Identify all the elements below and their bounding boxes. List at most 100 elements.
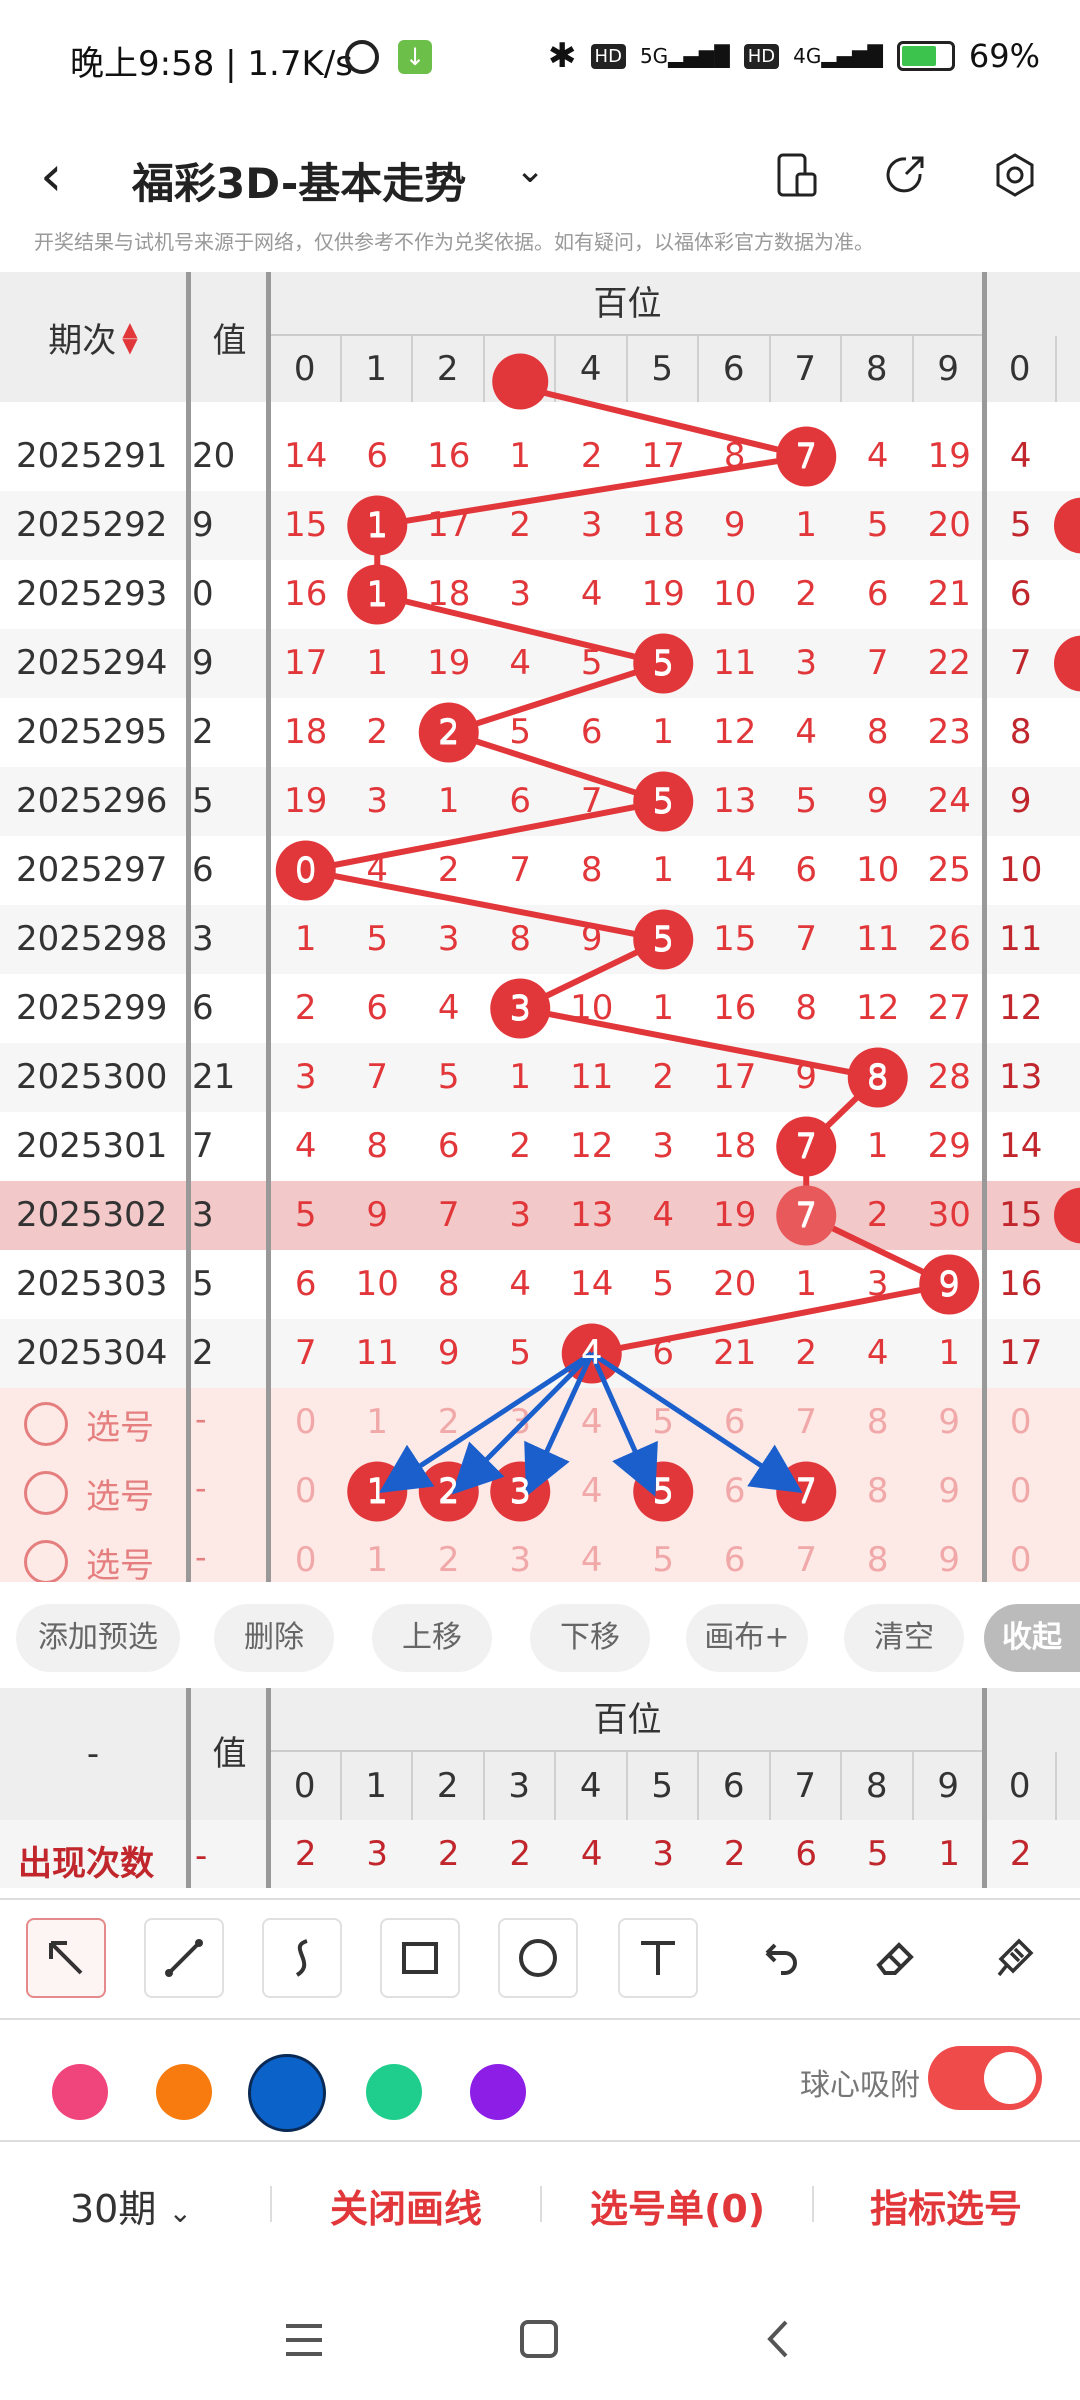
text-tool[interactable] xyxy=(618,1918,698,1998)
trend-line-segment xyxy=(591,1281,950,1357)
pick-cell[interactable]: 7 xyxy=(771,1457,843,1526)
trend-line-segment xyxy=(519,1005,879,1081)
color-swatch-orange[interactable] xyxy=(156,2064,212,2120)
snap-toggle[interactable] xyxy=(928,2046,1042,2110)
trend-lines: 7115250538779412357 xyxy=(275,353,1080,1522)
stats-digit-header: 4 xyxy=(556,1752,628,1820)
battery-level: 69% xyxy=(968,37,1040,75)
battery-icon xyxy=(896,41,955,71)
settings-icon[interactable] xyxy=(980,140,1050,210)
arrow-tool[interactable] xyxy=(26,1918,106,1998)
indicator-select-button[interactable]: 指标选号 xyxy=(870,2178,1022,2233)
delete-button[interactable]: 删除 xyxy=(214,1604,334,1672)
color-palette: 球心吸附 xyxy=(0,2018,1080,2140)
winning-ball[interactable]: 9 xyxy=(914,1250,986,1319)
pick-cell[interactable]: 2 xyxy=(413,1457,485,1526)
winning-ball-partial xyxy=(492,353,549,410)
pick-cell[interactable]: 1 xyxy=(342,1457,414,1526)
trend-line-segment xyxy=(305,867,664,943)
winning-ball[interactable]: 5 xyxy=(628,905,700,974)
circle-tool[interactable] xyxy=(498,1918,578,1998)
undo-tool[interactable] xyxy=(738,1918,818,1998)
line-tool[interactable] xyxy=(144,1918,224,1998)
move-up-button[interactable]: 上移 xyxy=(372,1604,492,1672)
occurrence-count: 2 xyxy=(509,1834,532,1874)
canvas-plus-button[interactable]: 画布+ xyxy=(686,1604,808,1672)
device-icon[interactable] xyxy=(762,140,832,210)
close-lines-button[interactable]: 关闭画线 xyxy=(330,2178,482,2233)
winning-ball[interactable]: 7 xyxy=(771,1112,843,1181)
collapse-button[interactable]: 收起 xyxy=(984,1604,1080,1672)
eraser-tool[interactable] xyxy=(856,1918,936,1998)
menu-icon[interactable] xyxy=(282,2320,326,2360)
trend-line-segment xyxy=(305,798,664,874)
edge-ball xyxy=(1054,635,1080,692)
winning-ball[interactable]: 8 xyxy=(842,1043,914,1112)
winning-ball[interactable]: 5 xyxy=(628,767,700,836)
home-icon[interactable] xyxy=(518,2318,560,2360)
winning-ball[interactable]: 0 xyxy=(270,836,342,905)
occurrence-count: 3 xyxy=(652,1834,675,1874)
winning-ball[interactable]: 4 xyxy=(556,1319,628,1388)
occurrence-label: 出现次数 xyxy=(18,1844,154,1884)
back-nav-icon[interactable] xyxy=(758,2318,798,2360)
color-swatch-blue[interactable] xyxy=(248,2054,326,2132)
stats-digit-header: 0 xyxy=(270,1752,342,1820)
stats-digit-header: 3 xyxy=(485,1752,556,1820)
snap-label: 球心吸附 xyxy=(800,2068,920,2103)
stats-digit-header: 0 xyxy=(985,1752,1057,1820)
winning-ball[interactable]: 7 xyxy=(771,1181,843,1250)
occurrence-count: 1 xyxy=(938,1834,961,1874)
signal-4g-label: 4G xyxy=(793,44,822,68)
divider xyxy=(270,2186,272,2222)
clear-all-icon[interactable] xyxy=(974,1918,1054,1998)
clear-button[interactable]: 清空 xyxy=(844,1604,964,1672)
drawing-toolbar xyxy=(0,1898,1080,2018)
occurrence-count: 2 xyxy=(294,1834,317,1874)
stats-header: - 值 百位 01234567890 xyxy=(0,1688,1080,1820)
occurrence-count: 5 xyxy=(866,1834,889,1874)
page-title[interactable]: 福彩3D-基本走势 xyxy=(132,150,466,211)
stats-digit-header: 8 xyxy=(842,1752,914,1820)
hd-badge-1: HD xyxy=(590,43,626,69)
winning-ball[interactable]: 1 xyxy=(342,491,414,560)
chevron-down-icon: ⌄ xyxy=(168,2196,192,2229)
pick-cell[interactable]: 3 xyxy=(485,1457,557,1526)
color-swatch-pink[interactable] xyxy=(52,2064,108,2120)
rectangle-tool[interactable] xyxy=(380,1918,460,1998)
curve-tool[interactable] xyxy=(262,1918,342,1998)
winning-ball[interactable]: 7 xyxy=(771,422,843,491)
trend-table: 期次▲▼ 值 百位 01234567890 202529120146161217… xyxy=(0,272,1080,1595)
winning-ball[interactable]: 1 xyxy=(342,560,414,629)
move-down-button[interactable]: 下移 xyxy=(530,1604,650,1672)
color-swatch-green[interactable] xyxy=(366,2064,422,2120)
winning-ball[interactable]: 5 xyxy=(628,629,700,698)
occurrence-count: 3 xyxy=(366,1834,389,1874)
add-preselect-button[interactable]: 添加预选 xyxy=(16,1604,180,1672)
stats-digit-header: 5 xyxy=(628,1752,699,1820)
occurrence-count: 2 xyxy=(723,1834,746,1874)
color-swatch-purple[interactable] xyxy=(470,2064,526,2120)
download-icon: ↓ xyxy=(398,40,432,74)
occurrence-count: 6 xyxy=(795,1834,818,1874)
edge-ball xyxy=(1054,1187,1080,1244)
pick-cell[interactable]: 5 xyxy=(628,1457,700,1526)
divider xyxy=(186,1688,191,1888)
winning-ball[interactable]: 3 xyxy=(485,974,557,1043)
divider xyxy=(540,2186,542,2222)
share-icon[interactable] xyxy=(870,140,940,210)
back-icon[interactable]: ‹ xyxy=(40,144,62,209)
chevron-down-icon[interactable]: ⌄ xyxy=(515,150,545,191)
occurrence-value: - xyxy=(195,1836,208,1876)
edge-ball xyxy=(1054,497,1080,554)
selection-list-button[interactable]: 选号单(0) xyxy=(590,2178,765,2233)
hd-badge-2: HD xyxy=(743,43,780,69)
period-selector[interactable]: 30期 ⌄ xyxy=(70,2178,192,2233)
divider xyxy=(186,272,191,1584)
occurrence-count: 4 xyxy=(580,1834,603,1874)
divider xyxy=(982,272,987,1584)
status-time: 晚上9:58 | 1.7K/s xyxy=(70,44,353,84)
winning-ball[interactable]: 2 xyxy=(413,698,485,767)
alarm-icon xyxy=(345,40,379,74)
system-nav-bar xyxy=(0,2270,1080,2400)
